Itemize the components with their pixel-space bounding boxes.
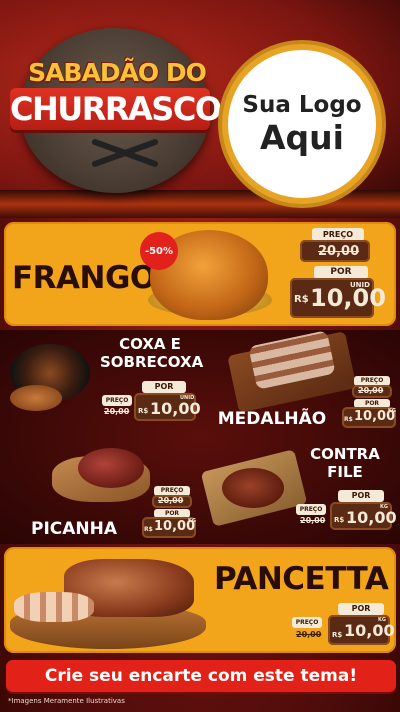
discount-badge: -50% [140, 232, 178, 270]
currency-symbol: R$ [294, 294, 309, 305]
new-price: 10,00 [346, 508, 397, 527]
chicken-thigh-image [10, 385, 62, 411]
contra-file-name-line-1: CONTRA [310, 445, 380, 463]
medalhao-price-tag: PREÇO 20,00 POR R$ 10,00 KG [340, 376, 396, 428]
contra-file-name-line-2: FILE [327, 463, 363, 481]
picanha-price-tag: PREÇO 20,00 POR R$ 10,00 KG [140, 486, 196, 538]
currency-symbol: R$ [344, 416, 353, 423]
picanha-meat-image [78, 448, 144, 488]
currency-symbol: R$ [138, 407, 149, 415]
new-price: 10,00 [310, 284, 386, 312]
flyer-page: SABADÃO DO CHURRASCO Sua Logo Aqui FRANG… [0, 0, 400, 712]
disclaimer-text: *Imagens Meramente Ilustrativas [8, 697, 125, 705]
unit-label: KG [378, 617, 386, 623]
coxa-name-line-1: COXA E [119, 335, 181, 353]
old-price: 20,00 [300, 516, 326, 525]
old-price: 20,00 [358, 386, 384, 395]
logo-placeholder[interactable]: Sua Logo Aqui [222, 44, 382, 204]
new-price: 10,00 [344, 621, 395, 640]
preco-label: PREÇO [296, 504, 326, 515]
unit-label: KG [388, 408, 396, 414]
unit-label: KG [380, 504, 388, 510]
contra-file-meat-image [222, 468, 284, 508]
cta-banner[interactable]: Crie seu encarte com este tema! [6, 660, 396, 692]
frango-price-tag: PREÇO 20,00 POR R$ 10,00 UNID [288, 228, 392, 320]
medalhao-name: MEDALHÃO [217, 409, 327, 429]
old-price: 20,00 [158, 496, 184, 505]
unit-label: UNID [180, 395, 195, 401]
logo-text-line-1: Sua Logo [242, 91, 362, 118]
picanha-name: PICANHA [30, 519, 118, 539]
por-label: POR [338, 490, 384, 502]
coxa-name-line-2: SOBRECOXA [100, 353, 204, 371]
pancetta-card: PANCETTA POR PREÇO 20,00 R$ 10,00 KG [4, 547, 396, 653]
frango-name: FRANGO [12, 260, 156, 296]
coxa-price-tag: POR PREÇO 20,00 R$ 10,00 UNID [102, 381, 201, 425]
pancetta-name: PANCETTA [214, 561, 389, 597]
unit-label: KG [188, 518, 196, 524]
por-label: POR [338, 603, 384, 615]
old-price: 20,00 [104, 407, 130, 416]
currency-symbol: R$ [334, 516, 345, 524]
contra-file-price-tag: POR PREÇO 20,00 R$ 10,00 KG [296, 490, 397, 534]
frango-card: FRANGO -50% PREÇO 20,00 POR R$ 10,00 UNI… [4, 222, 396, 326]
new-price: 10,00 [150, 399, 201, 418]
old-price: 20,00 [318, 244, 360, 259]
currency-symbol: R$ [332, 631, 343, 639]
preco-label: PREÇO [292, 617, 322, 628]
pancetta-price-tag: POR PREÇO 20,00 R$ 10,00 KG [292, 603, 395, 649]
title-line-2: CHURRASCO [10, 88, 222, 130]
old-price: 20,00 [296, 630, 322, 639]
title-line-1: SABADÃO DO [28, 58, 207, 87]
por-label: POR [142, 381, 186, 393]
currency-symbol: R$ [144, 526, 153, 533]
pancetta-slices-image [14, 592, 94, 622]
unit-label: UNID [350, 281, 370, 289]
logo-text-line-2: Aqui [260, 117, 344, 157]
preco-label: PREÇO [102, 395, 132, 406]
